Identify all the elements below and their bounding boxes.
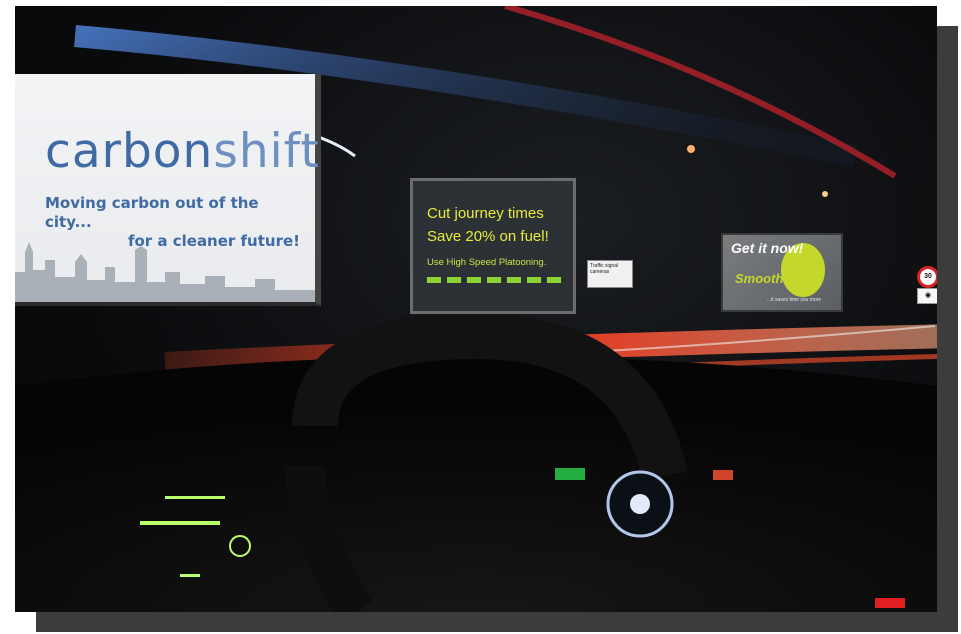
- headline-line-1: Cut journey times: [427, 205, 544, 222]
- tagline-line-1: Moving carbon out of the city...: [45, 194, 259, 231]
- street-lamp: [822, 191, 828, 197]
- speed-limit-value: 30: [924, 273, 932, 280]
- smoothflow-billboard: Get it now! Smoothflow ...it saves time …: [721, 233, 843, 312]
- platooning-subline: Use High Speed Platooning.: [427, 257, 547, 268]
- get-it-now-headline: Get it now!: [731, 240, 804, 256]
- night-drive-photo: carbonshift Moving carbon out of the cit…: [15, 6, 937, 612]
- carbonshift-logo: carbonshift: [45, 124, 320, 179]
- dashboard: [15, 356, 937, 612]
- traffic-camera-sign: Traffic signal cameras: [587, 260, 633, 288]
- smoothflow-fine-print: ...it saves time you more: [767, 297, 822, 303]
- camera-icon: ◉: [917, 288, 937, 304]
- smoothflow-brand: Smoothflow: [735, 271, 810, 286]
- platooning-billboard: Cut journey times Save 20% on fuel! Use …: [410, 178, 576, 314]
- dashboard-indicator: [713, 470, 733, 480]
- dashboard-indicator: [555, 468, 585, 480]
- traffic-camera-sign-text: Traffic signal cameras: [590, 263, 619, 275]
- headline-line-2: Save 20% on fuel!: [427, 228, 549, 245]
- brand-shift: shift: [213, 124, 320, 179]
- dashboard-warning-light: [875, 598, 905, 608]
- street-lamp: [687, 145, 695, 153]
- brand-carbon: carbon: [45, 124, 214, 179]
- city-skyline-graphic: [15, 242, 315, 302]
- platoon-vehicles-graphic: [427, 277, 561, 283]
- carbonshift-billboard: carbonshift Moving carbon out of the cit…: [15, 74, 321, 306]
- speedometer-center: [630, 494, 650, 514]
- speed-limit-sign: 30: [917, 266, 937, 288]
